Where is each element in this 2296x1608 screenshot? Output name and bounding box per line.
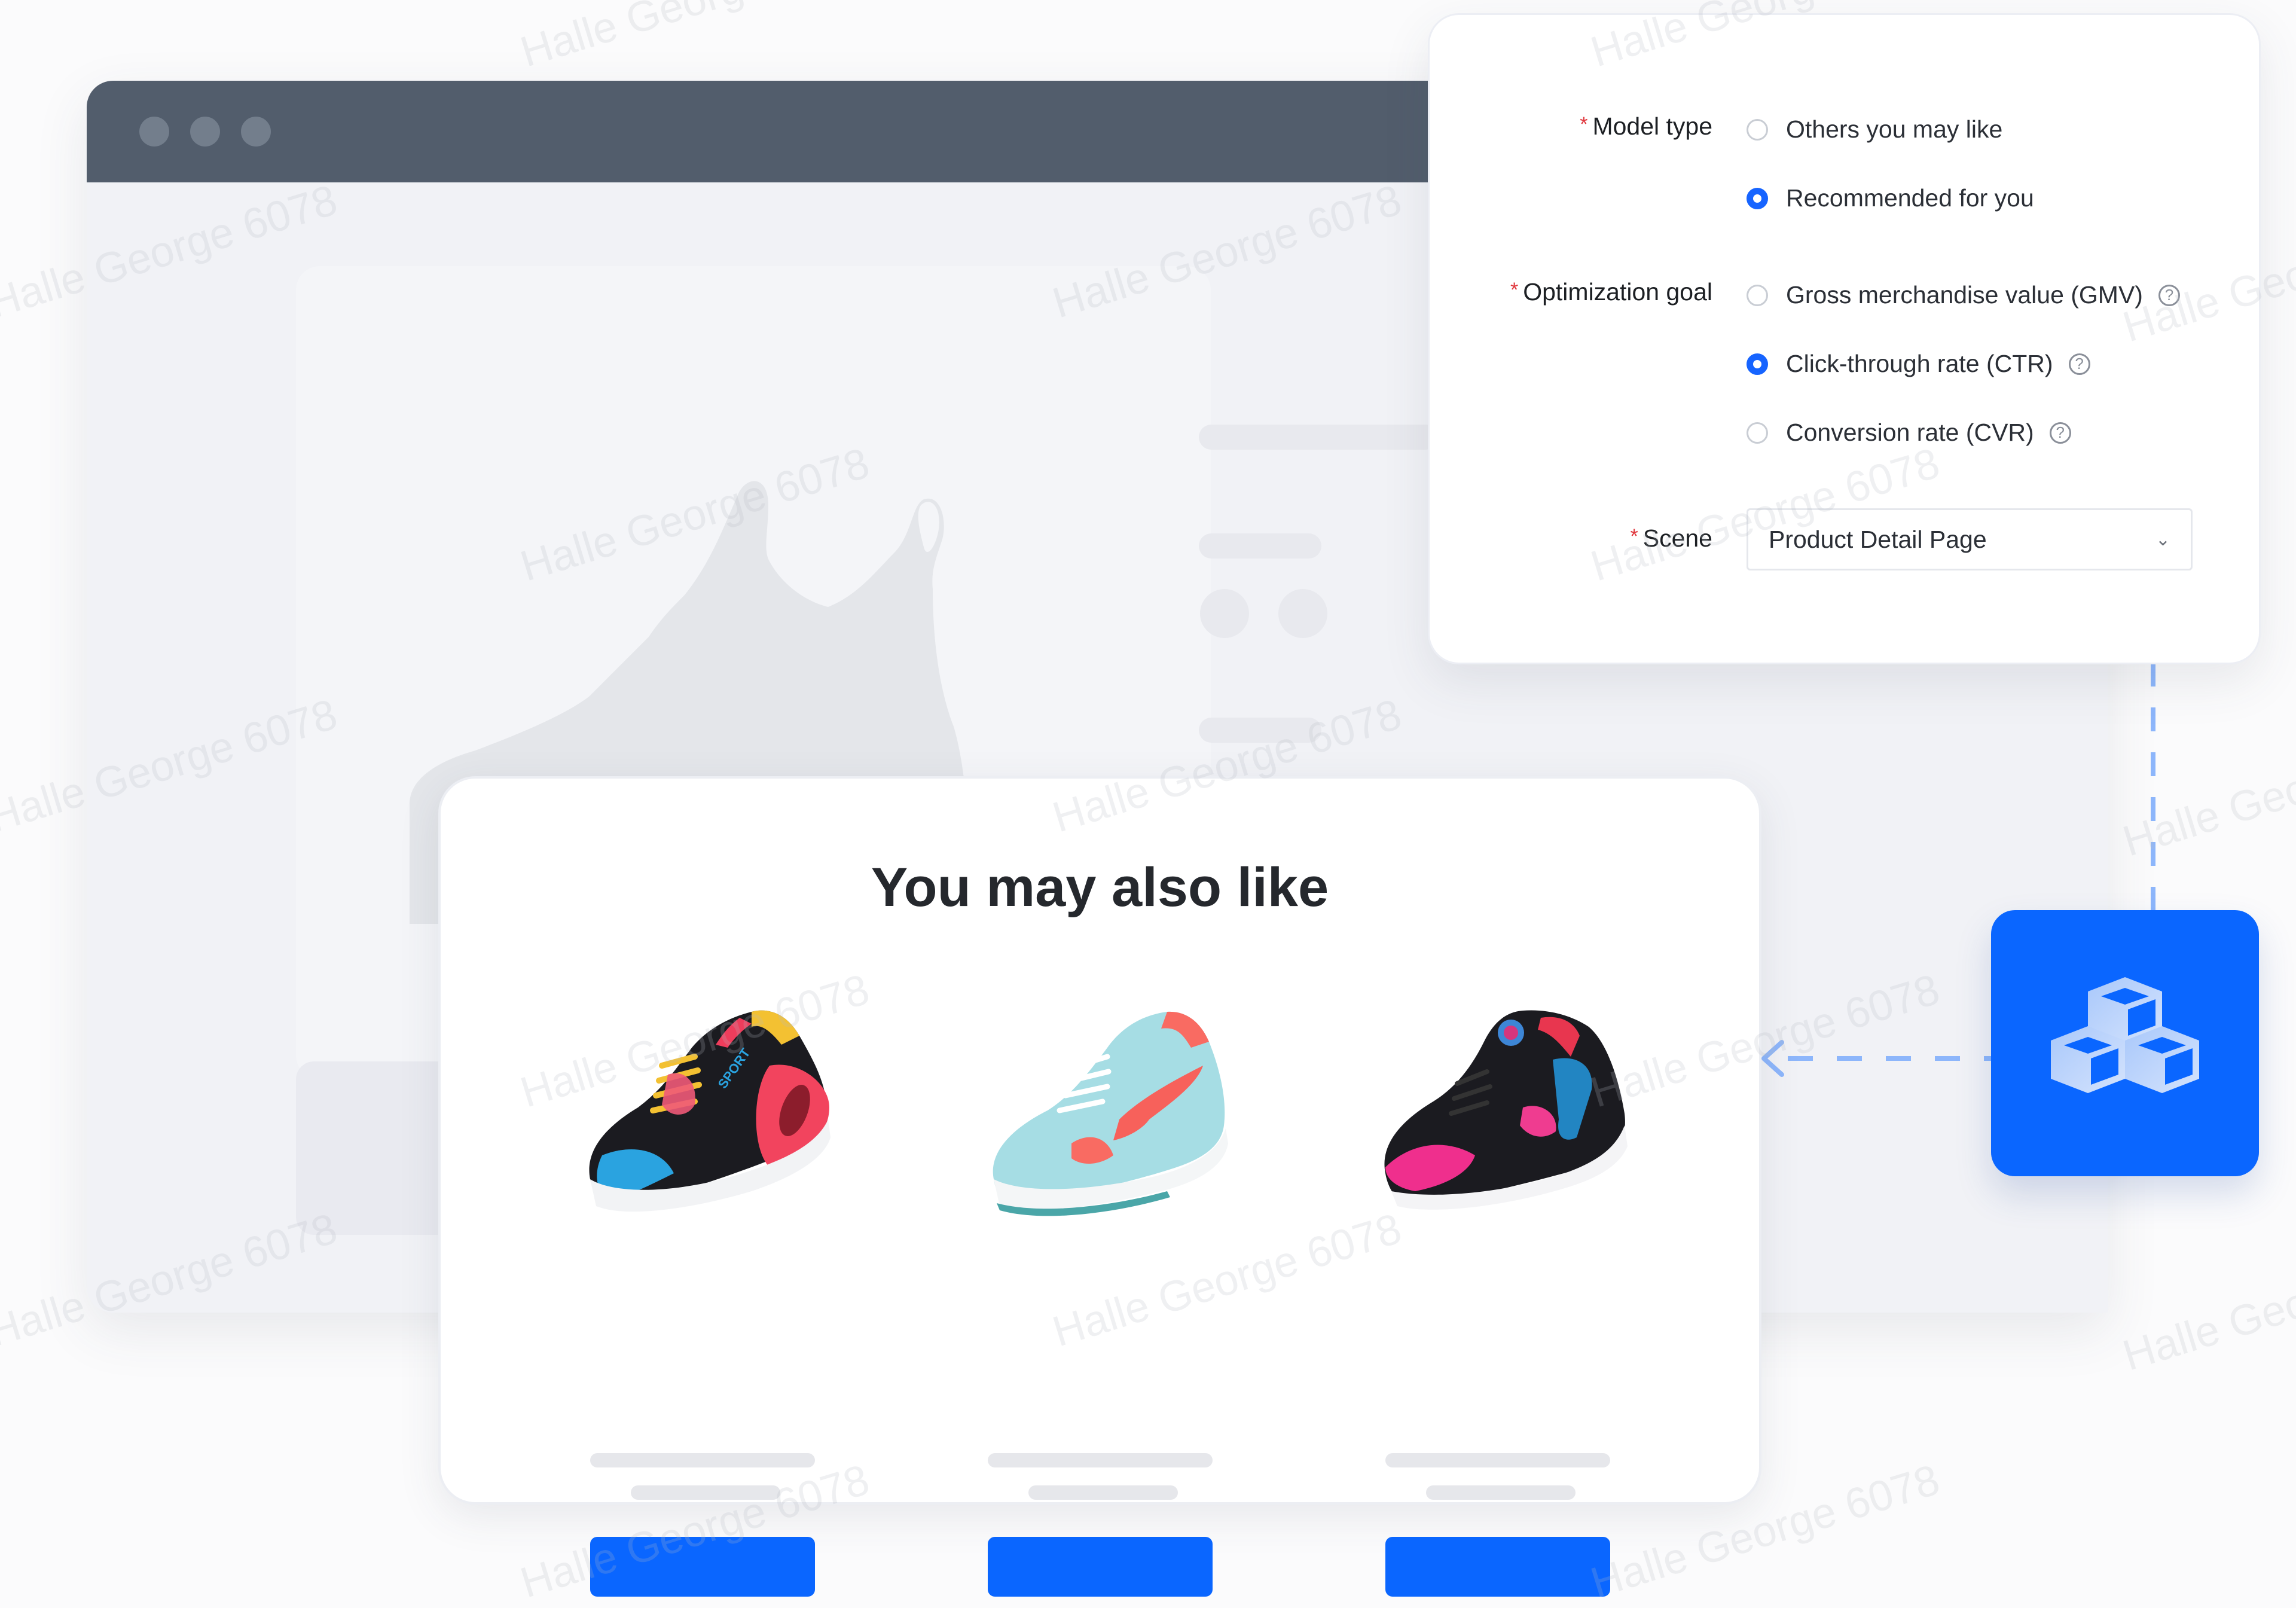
question-circle-icon[interactable]: ?	[2158, 284, 2180, 306]
sneaker-image-black-pink-huarache[interactable]	[1367, 1000, 1631, 1227]
size-skeleton	[1199, 718, 1321, 743]
window-dot-minimize	[190, 117, 220, 147]
product-cta-button[interactable]	[988, 1537, 1213, 1597]
color-swatch-skeleton	[1200, 589, 1249, 638]
product-price-skeleton	[1426, 1485, 1576, 1500]
watermark-text: Halle George 6078	[2117, 1228, 2296, 1380]
recommendation-config-panel: * Model type Others you may like Recommen…	[1428, 13, 2261, 664]
sneaker-image-black-pink[interactable]: SPORT	[572, 1000, 835, 1227]
required-asterisk: *	[1510, 279, 1519, 301]
radio-model-type-recommended-for-you[interactable]: Recommended for you	[1747, 184, 2034, 212]
radio-model-type-others-you-may-like[interactable]: Others you may like	[1747, 115, 2002, 144]
product-name-skeleton	[590, 1453, 815, 1467]
scene-select[interactable]: Product Detail Page ⌄	[1747, 508, 2193, 570]
scene-label: * Scene	[1630, 524, 1713, 552]
product-price-skeleton	[1028, 1485, 1178, 1500]
product-name-skeleton	[988, 1453, 1213, 1467]
title-skeleton	[1199, 425, 1438, 450]
radio-goal-gmv[interactable]: Gross merchandise value (GMV) ?	[1747, 281, 2180, 309]
recommendation-title: You may also like	[871, 857, 1329, 918]
radio-button[interactable]	[1747, 422, 1768, 444]
arrow-left-icon	[1761, 1040, 1784, 1077]
recommendation-widget-card: You may also like SPORT	[438, 776, 1761, 1597]
window-dot-maximize	[241, 117, 271, 147]
radio-button-selected[interactable]	[1747, 187, 1768, 209]
required-asterisk: *	[1630, 525, 1638, 548]
radio-button[interactable]	[1747, 118, 1768, 141]
optimization-goal-label: * Optimization goal	[1510, 278, 1712, 306]
question-circle-icon[interactable]: ?	[2049, 422, 2071, 444]
product-cta-button[interactable]	[590, 1537, 815, 1597]
color-swatch-skeleton	[1278, 589, 1327, 638]
product-name-skeleton	[1385, 1453, 1610, 1467]
window-dot-close	[139, 117, 169, 147]
watermark-text: Halle George 6078	[515, 0, 875, 77]
radio-button-selected[interactable]	[1747, 353, 1768, 375]
dashed-connector-vertical	[2151, 663, 2155, 910]
dashed-connector-horizontal	[1788, 1056, 1991, 1061]
product-cta-button[interactable]	[1385, 1537, 1610, 1597]
required-asterisk: *	[1580, 113, 1588, 136]
cubes-icon	[2051, 977, 2199, 1093]
product-price-skeleton	[631, 1485, 780, 1500]
question-circle-icon[interactable]: ?	[2068, 353, 2090, 375]
price-skeleton	[1199, 533, 1321, 559]
watermark-text: Halle George 6078	[2117, 714, 2296, 866]
recommendation-engine-box	[1991, 910, 2259, 1176]
sneaker-image-light-blue[interactable]	[970, 1000, 1233, 1227]
radio-goal-ctr[interactable]: Click-through rate (CTR) ?	[1747, 350, 2090, 378]
radio-button[interactable]	[1747, 284, 1768, 306]
model-type-label: * Model type	[1580, 112, 1712, 140]
radio-goal-cvr[interactable]: Conversion rate (CVR) ?	[1747, 419, 2071, 447]
chevron-down-icon: ⌄	[2155, 529, 2170, 550]
